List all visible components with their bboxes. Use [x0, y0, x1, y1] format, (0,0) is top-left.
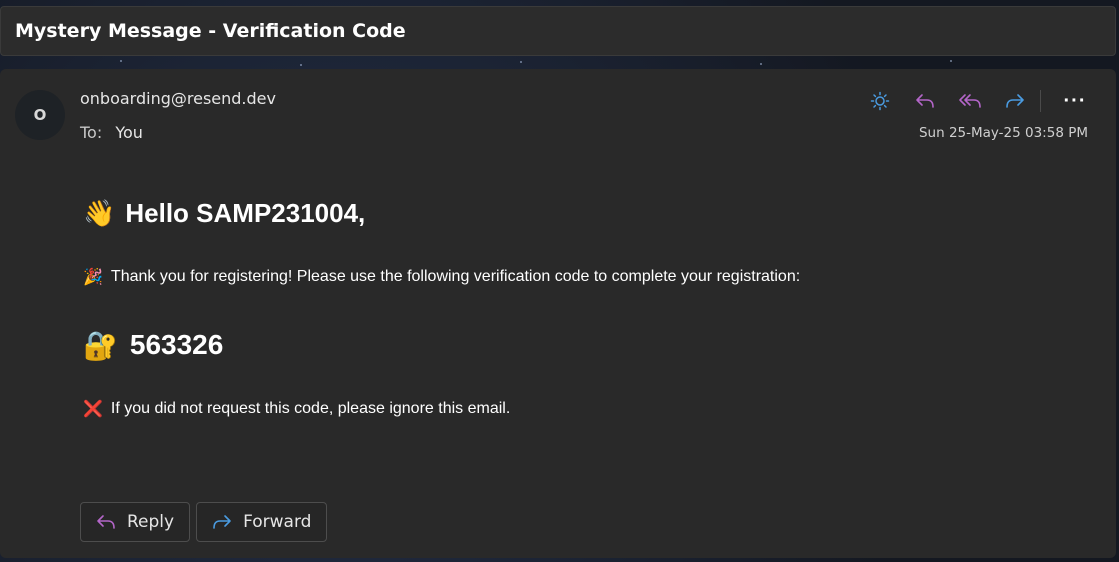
brightness-icon: [870, 91, 890, 111]
reply-button-label: Reply: [127, 512, 175, 532]
thanks-text: Thank you for registering! Please use th…: [110, 268, 801, 285]
email-subject: Mystery Message - Verification Code: [15, 20, 406, 42]
subject-bar: Mystery Message - Verification Code: [0, 6, 1116, 56]
star: [520, 61, 522, 63]
reply-icon: [916, 94, 934, 108]
received-date: Sun 25-May-25 03:58 PM: [918, 125, 1088, 141]
forward-icon: [1006, 94, 1024, 108]
ignore-note: ❌ If you did not request this code, plea…: [83, 399, 1086, 419]
toolbar-divider: [1040, 90, 1041, 112]
ignore-note-text: If you did not request this code, please…: [110, 400, 511, 417]
cross-mark-icon: ❌: [83, 401, 103, 418]
party-popper-icon: 🎉: [83, 269, 103, 286]
reply-all-toolbar-button[interactable]: [955, 87, 985, 115]
email-body: 👋 Hello SAMP231004, 🎉 Thank you for regi…: [83, 193, 1086, 419]
forward-icon: [211, 513, 233, 531]
reply-button[interactable]: Reply: [80, 502, 191, 542]
brightness-button[interactable]: [865, 87, 895, 115]
footer-actions: Reply Forward: [80, 502, 328, 542]
forward-button[interactable]: Forward: [196, 502, 328, 542]
sender-address[interactable]: onboarding@resend.dev: [80, 89, 276, 108]
reply-all-icon: [959, 94, 981, 108]
more-button[interactable]: ···: [1060, 87, 1090, 115]
star: [120, 60, 122, 62]
avatar[interactable]: O: [15, 90, 65, 140]
reply-toolbar-button[interactable]: [910, 87, 940, 115]
verification-code-line: 🔐 563326: [83, 325, 1086, 365]
recipient-line: To: You: [80, 123, 143, 142]
star: [950, 60, 952, 62]
to-label: To:: [80, 123, 103, 142]
reply-icon: [95, 513, 117, 531]
recipient-name[interactable]: You: [115, 123, 143, 142]
action-toolbar: ···: [865, 87, 1090, 115]
verification-code: 563326: [129, 329, 224, 360]
greeting-text: Hello SAMP231004,: [125, 197, 366, 228]
thanks-paragraph: 🎉 Thank you for registering! Please use …: [83, 267, 1086, 287]
lock-with-key-icon: 🔐: [83, 329, 118, 361]
more-icon: ···: [1063, 89, 1087, 112]
greeting-heading: 👋 Hello SAMP231004,: [83, 193, 1086, 233]
forward-button-label: Forward: [243, 512, 312, 532]
star: [760, 63, 762, 65]
email-panel: O onboarding@resend.dev To: You ··· Sun …: [0, 69, 1116, 558]
forward-toolbar-button[interactable]: [1000, 87, 1030, 115]
waving-hand-icon: 👋: [83, 197, 116, 228]
star: [300, 64, 302, 66]
